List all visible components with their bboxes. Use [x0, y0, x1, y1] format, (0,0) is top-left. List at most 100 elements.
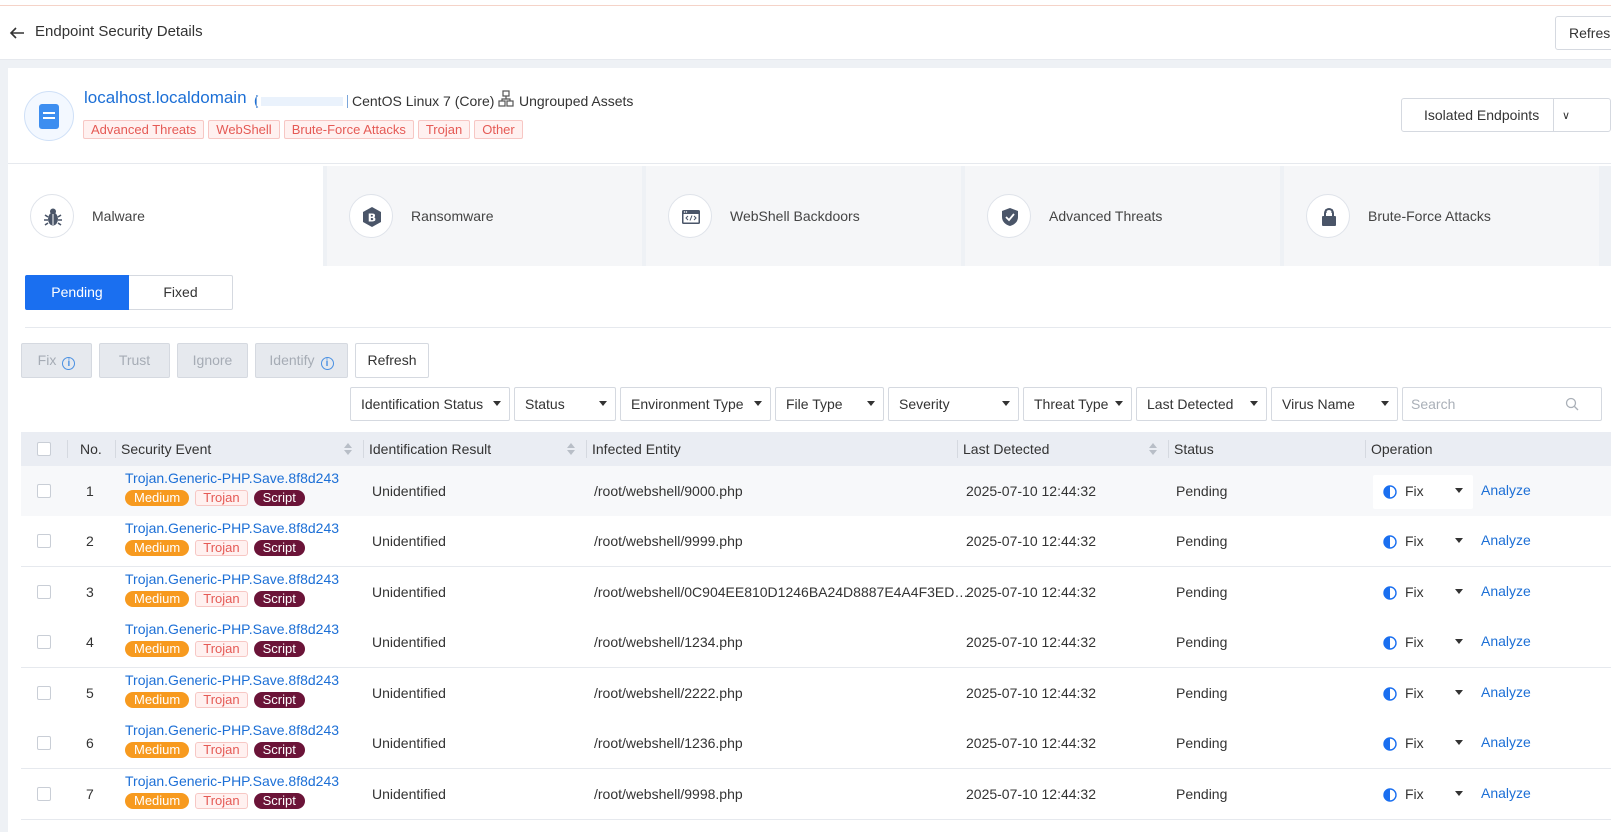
fix-dropdown[interactable]: Fix — [1405, 483, 1424, 499]
isolated-endpoints-button[interactable]: Isolated Endpoints ∨ — [1401, 98, 1611, 132]
tab-malware[interactable]: Malware — [8, 166, 323, 266]
filter-label: Virus Name — [1282, 396, 1355, 412]
caret-down-icon[interactable] — [1455, 639, 1463, 644]
identification-result: Unidentified — [372, 685, 446, 701]
threat-badge: Trojan — [195, 692, 248, 708]
security-event-link[interactable]: Trojan.Generic-PHP.Save.8f8d243 — [125, 722, 339, 738]
tag-webshell: WebShell — [208, 120, 280, 139]
col-security-event: Security Event — [121, 441, 212, 457]
column-separator — [115, 440, 116, 458]
column-separator — [67, 440, 68, 458]
threat-badge: Trojan — [195, 793, 248, 809]
row-checkbox[interactable] — [37, 787, 51, 801]
chevron-down-icon[interactable]: ∨ — [1562, 109, 1570, 122]
tab-webshell-label: WebShell Backdoors — [730, 208, 860, 224]
last-detected: 2025-07-10 12:44:32 — [966, 584, 1096, 600]
host-name-link[interactable]: localhost.localdomain — [84, 88, 247, 108]
security-event-link[interactable]: Trojan.Generic-PHP.Save.8f8d243 — [125, 672, 339, 688]
tab-malware-label: Malware — [92, 208, 145, 224]
identification-result: Unidentified — [372, 634, 446, 650]
severity-badge: Medium — [125, 490, 190, 506]
caret-down-icon — [867, 401, 875, 406]
fix-dropdown[interactable]: Fix — [1405, 735, 1424, 751]
tab-brute-force[interactable]: Brute-Force Attacks — [1284, 166, 1599, 266]
sort-icon[interactable] — [344, 443, 352, 455]
fix-dropdown[interactable]: Fix — [1405, 584, 1424, 600]
fix-button[interactable]: Fix i — [21, 343, 92, 378]
filter-label: Severity — [899, 396, 950, 412]
header-refresh-button[interactable]: Refresh — [1555, 16, 1611, 50]
row-number: 2 — [86, 533, 94, 549]
col-status: Status — [1174, 441, 1214, 457]
tab-ransomware[interactable]: B Ransomware — [327, 166, 642, 266]
events-panel: Pending Fixed Fix i Trust Ignore Identify… — [8, 266, 1611, 832]
refresh-button[interactable]: Refresh — [355, 343, 429, 378]
security-event-link[interactable]: Trojan.Generic-PHP.Save.8f8d243 — [125, 520, 339, 536]
caret-down-icon[interactable] — [1455, 791, 1463, 796]
fix-dropdown[interactable]: Fix — [1405, 533, 1424, 549]
row-checkbox[interactable] — [37, 736, 51, 750]
column-separator — [363, 440, 364, 458]
security-event-link[interactable]: Trojan.Generic-PHP.Save.8f8d243 — [125, 571, 339, 587]
bug-icon — [30, 194, 74, 238]
tab-fixed[interactable]: Fixed — [129, 275, 233, 310]
filter-threat-type[interactable]: Threat Type — [1023, 387, 1132, 421]
sort-icon[interactable] — [1149, 443, 1157, 455]
filter-status[interactable]: Status — [514, 387, 616, 421]
row-checkbox[interactable] — [37, 484, 51, 498]
analyze-link[interactable]: Analyze — [1481, 734, 1531, 750]
security-event-link[interactable]: Trojan.Generic-PHP.Save.8f8d243 — [125, 621, 339, 637]
security-event-link[interactable]: Trojan.Generic-PHP.Save.8f8d243 — [125, 773, 339, 789]
fix-dropdown[interactable]: Fix — [1405, 685, 1424, 701]
infected-entity: /root/webshell/1234.php — [594, 634, 743, 650]
event-pills: Medium Trojan Script — [125, 490, 305, 506]
code-window-icon — [668, 194, 712, 238]
tag-advanced-threats: Advanced Threats — [83, 120, 205, 139]
back-arrow-icon[interactable] — [8, 24, 26, 42]
filter-severity[interactable]: Severity — [888, 387, 1019, 421]
row-checkbox[interactable] — [37, 585, 51, 599]
sort-icon[interactable] — [567, 443, 575, 455]
host-os: CentOS Linux 7 (Core) — [352, 93, 495, 109]
row-checkbox[interactable] — [37, 686, 51, 700]
row-checkbox[interactable] — [37, 534, 51, 548]
analyze-link[interactable]: Analyze — [1481, 785, 1531, 801]
tab-advanced-threats[interactable]: Advanced Threats — [965, 166, 1280, 266]
row-number: 6 — [86, 735, 94, 751]
filter-file-type[interactable]: File Type — [775, 387, 884, 421]
trust-button[interactable]: Trust — [99, 343, 170, 378]
select-all-checkbox[interactable] — [37, 442, 51, 456]
filter-identification-status[interactable]: Identification Status — [350, 387, 510, 421]
filter-last-detected[interactable]: Last Detected — [1136, 387, 1267, 421]
ignore-button[interactable]: Ignore — [177, 343, 248, 378]
infected-entity: /root/webshell/9000.php — [594, 483, 743, 499]
filter-environment-type[interactable]: Environment Type — [620, 387, 771, 421]
security-event-link[interactable]: Trojan.Generic-PHP.Save.8f8d243 — [125, 470, 339, 486]
search-icon[interactable] — [1565, 397, 1579, 411]
col-last-detected: Last Detected — [963, 441, 1050, 457]
row-checkbox[interactable] — [37, 635, 51, 649]
tab-pending[interactable]: Pending — [25, 275, 129, 310]
analyze-link[interactable]: Analyze — [1481, 532, 1531, 548]
analyze-link[interactable]: Analyze — [1481, 482, 1531, 498]
tab-webshell-backdoors[interactable]: WebShell Backdoors — [646, 166, 961, 266]
fix-dropdown[interactable]: Fix — [1405, 786, 1424, 802]
analyze-link[interactable]: Analyze — [1481, 684, 1531, 700]
caret-down-icon[interactable] — [1455, 488, 1463, 493]
caret-down-icon[interactable] — [1455, 740, 1463, 745]
threat-badge: Trojan — [195, 742, 248, 758]
caret-down-icon[interactable] — [1455, 690, 1463, 695]
analyze-link[interactable]: Analyze — [1481, 583, 1531, 599]
fix-dropdown[interactable]: Fix — [1405, 634, 1424, 650]
caret-down-icon[interactable] — [1455, 589, 1463, 594]
filter-virus-name[interactable]: Virus Name — [1271, 387, 1398, 421]
column-separator — [957, 440, 958, 458]
tab-ransomware-label: Ransomware — [411, 208, 494, 224]
identification-result: Unidentified — [372, 786, 446, 802]
identify-button[interactable]: Identify i — [255, 343, 348, 378]
caret-down-icon[interactable] — [1455, 538, 1463, 543]
table-row: 5 Trojan.Generic-PHP.Save.8f8d243 Medium Tr… — [21, 668, 1611, 719]
severity-badge: Medium — [125, 742, 190, 758]
analyze-link[interactable]: Analyze — [1481, 633, 1531, 649]
info-icon: i — [62, 357, 76, 370]
